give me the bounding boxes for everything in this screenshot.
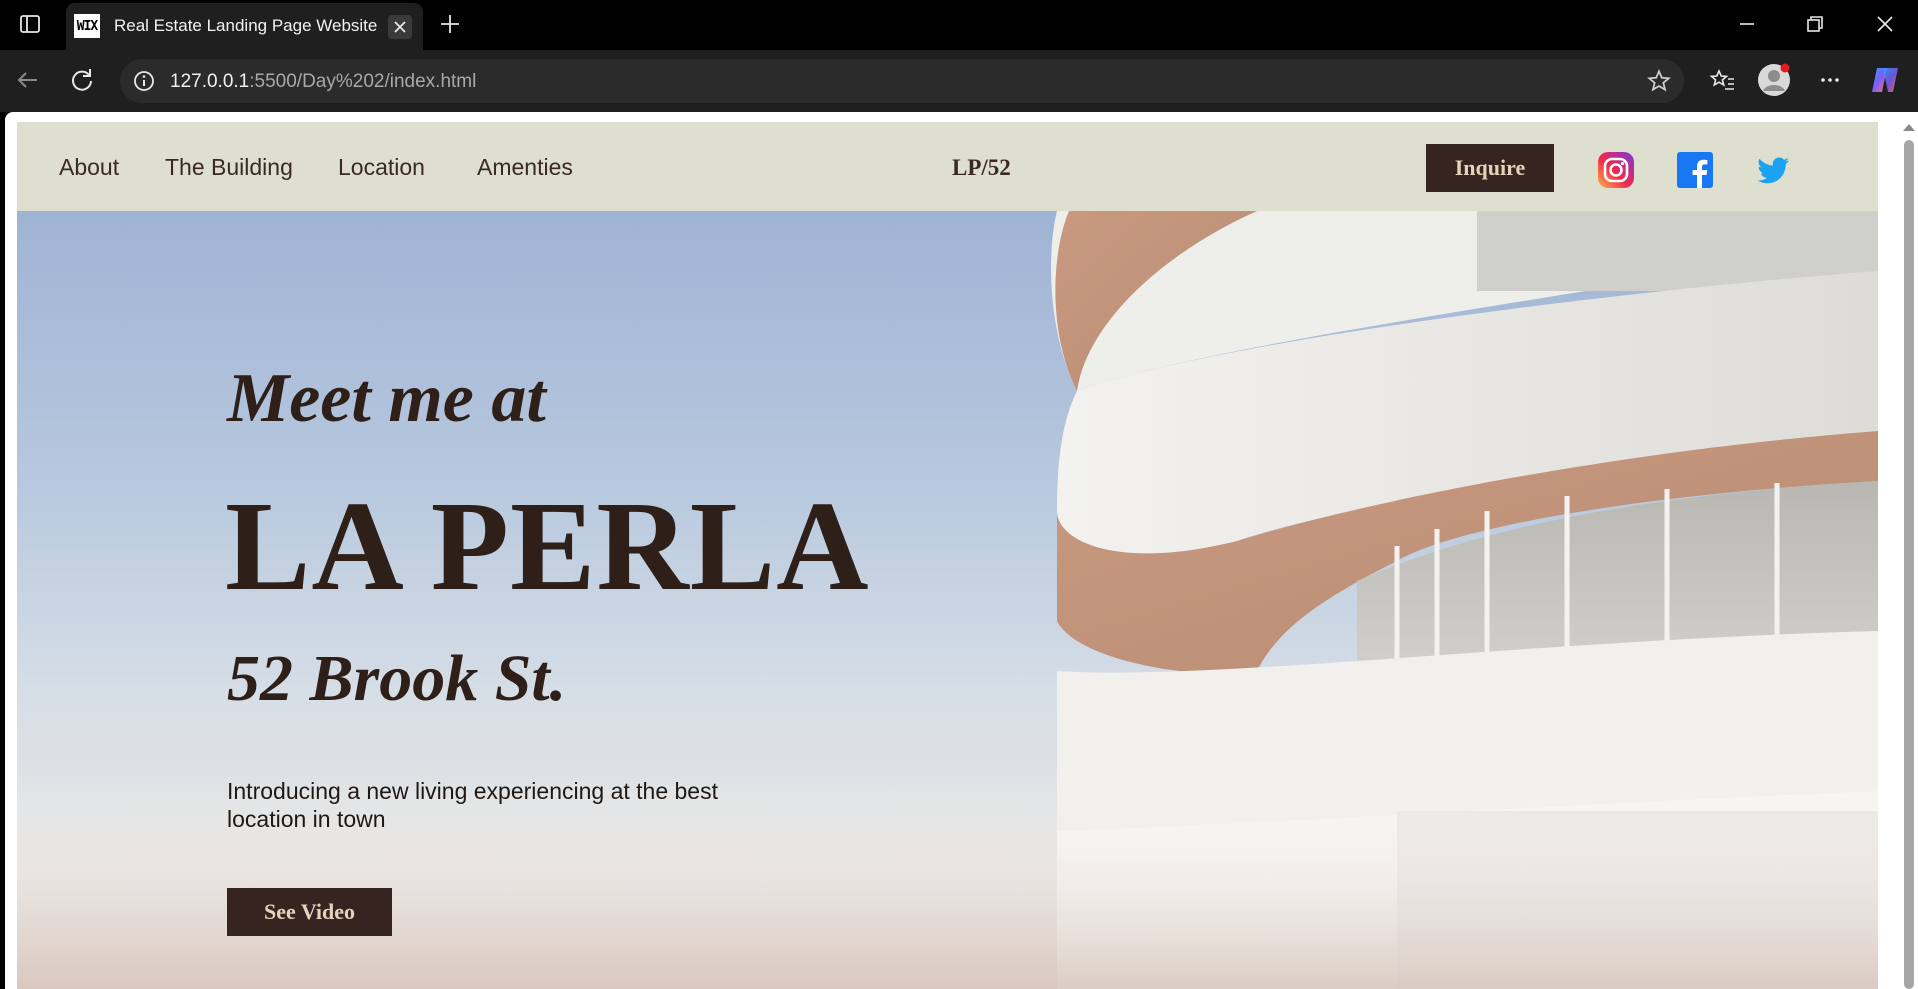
instagram-icon[interactable] [1597, 151, 1635, 189]
site-brand-logo[interactable]: LP/52 [952, 155, 1011, 181]
url-text[interactable]: 127.0.0.1:5500/Day%202/index.html [170, 71, 476, 93]
favorite-star-icon[interactable] [1646, 68, 1672, 94]
back-icon[interactable] [13, 65, 43, 95]
page-viewport: About The Building Location Amenties LP/… [5, 112, 1918, 989]
nav-link-location[interactable]: Location [338, 154, 425, 181]
site-info-icon[interactable] [132, 69, 156, 93]
twitter-icon[interactable] [1754, 151, 1792, 189]
hero-section: Meet me at LA PERLA 52 Brook St. Introdu… [17, 211, 1878, 989]
browser-toolbar: 127.0.0.1:5500/Day%202/index.html [0, 50, 1918, 112]
inquire-button[interactable]: Inquire [1426, 144, 1554, 192]
nav-link-the-building[interactable]: The Building [165, 154, 293, 181]
scroll-up-arrow-icon[interactable] [1902, 122, 1916, 132]
copilot-icon[interactable] [1868, 64, 1902, 96]
landing-page: About The Building Location Amenties LP/… [17, 122, 1878, 989]
nav-link-about[interactable]: About [59, 154, 119, 181]
minimize-icon[interactable] [1735, 12, 1759, 36]
close-window-icon[interactable] [1873, 12, 1897, 36]
browser-tab[interactable]: WIX Real Estate Landing Page Website [66, 3, 423, 50]
profile-avatar-icon[interactable] [1757, 63, 1791, 97]
facebook-icon[interactable] [1676, 151, 1714, 189]
favorites-icon[interactable] [1707, 65, 1737, 95]
tab-actions-icon[interactable] [18, 12, 42, 36]
hero-address: 52 Brook St. [227, 642, 567, 715]
browser-tab-bar: WIX Real Estate Landing Page Website [0, 0, 1918, 50]
site-navbar: About The Building Location Amenties LP/… [17, 122, 1878, 211]
new-tab-icon[interactable] [438, 12, 462, 36]
tab-title: Real Estate Landing Page Website [114, 16, 378, 35]
hero-title: LA PERLA [225, 475, 870, 617]
hero-kicker: Meet me at [227, 360, 546, 437]
restore-icon[interactable] [1803, 12, 1827, 36]
address-bar[interactable]: 127.0.0.1:5500/Day%202/index.html [120, 59, 1684, 103]
more-options-icon[interactable] [1815, 65, 1845, 95]
see-video-button[interactable]: See Video [227, 888, 392, 936]
hero-intro-text: Introducing a new living experiencing at… [227, 778, 718, 832]
close-tab-icon[interactable] [388, 15, 412, 39]
page-scrollbar[interactable] [1898, 112, 1918, 989]
nav-link-amenties[interactable]: Amenties [477, 154, 573, 181]
url-path: :5500/Day%202/index.html [249, 71, 477, 92]
refresh-icon[interactable] [67, 65, 97, 95]
scrollbar-thumb[interactable] [1904, 140, 1914, 989]
wix-favicon-icon: WIX [74, 14, 100, 38]
url-host: 127.0.0.1 [170, 71, 250, 92]
